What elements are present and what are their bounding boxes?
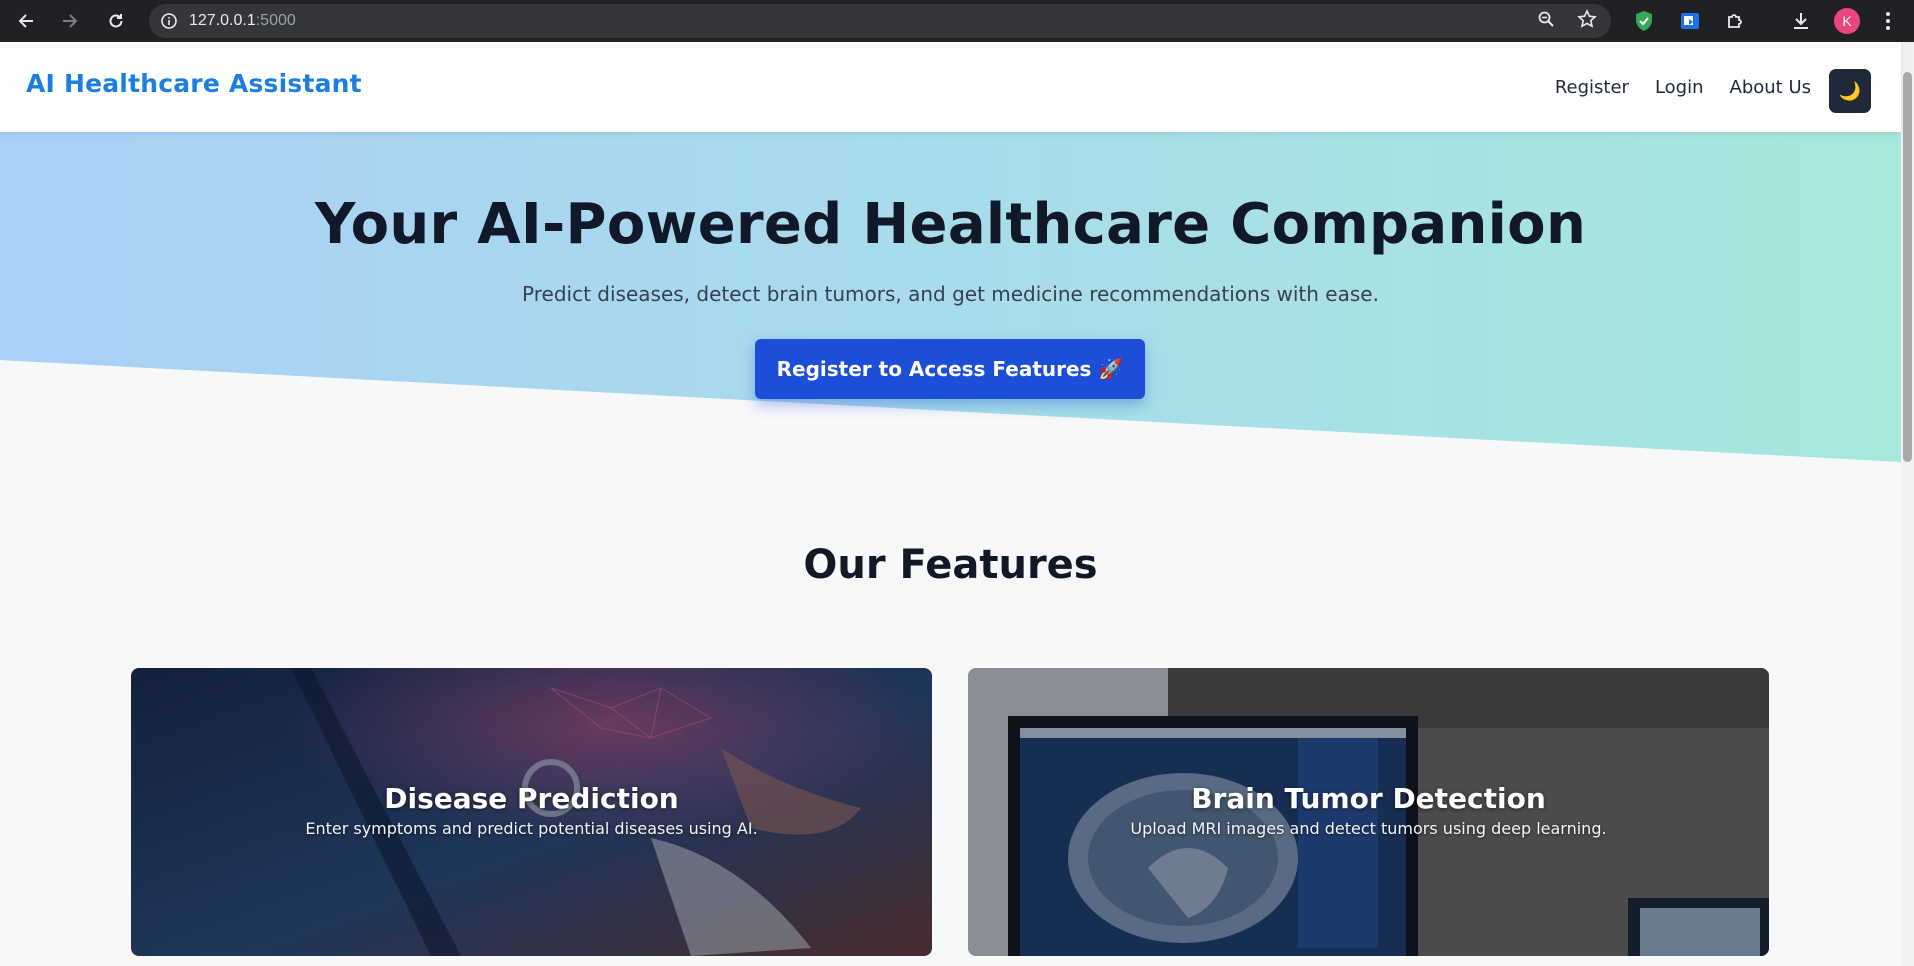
url-port: :5000 xyxy=(255,12,296,29)
feature-card-disease-prediction[interactable]: Disease Prediction Enter symptoms and pr… xyxy=(131,668,932,956)
url-host: 127.0.0.1 xyxy=(189,12,256,29)
page-scrollbar[interactable] xyxy=(1901,42,1914,966)
feature-card-brain-tumor-detection[interactable]: Brain Tumor Detection Upload MRI images … xyxy=(968,668,1769,956)
puzzle-extensions-icon[interactable] xyxy=(1717,0,1753,42)
profile-avatar[interactable]: K xyxy=(1829,0,1865,42)
bookmark-star-icon[interactable] xyxy=(1577,9,1597,33)
zoom-icon[interactable] xyxy=(1537,10,1555,32)
card-title: Brain Tumor Detection xyxy=(1191,782,1546,815)
nav-link-login[interactable]: Login xyxy=(1655,77,1704,98)
site-info-icon[interactable] xyxy=(149,4,189,38)
theme-toggle-button[interactable]: 🌙 xyxy=(1829,69,1871,113)
register-cta-button[interactable]: Register to Access Features 🚀 xyxy=(755,339,1145,399)
browser-toolbar: 127.0.0.1:5000 K xyxy=(0,0,1914,42)
hero-title: Your AI-Powered Healthcare Companion xyxy=(314,192,1587,257)
moon-icon: 🌙 xyxy=(1838,80,1862,102)
nav-link-about-us[interactable]: About Us xyxy=(1730,77,1812,98)
nav-links: Register Login About Us xyxy=(1555,42,1811,132)
avatar: K xyxy=(1834,8,1860,34)
hero-subtitle: Predict diseases, detect brain tumors, a… xyxy=(522,282,1379,306)
download-icon[interactable] xyxy=(1783,0,1819,42)
url-text: 127.0.0.1:5000 xyxy=(189,12,296,30)
scrollbar-thumb[interactable] xyxy=(1903,72,1912,462)
page-viewport: AI Healthcare Assistant Register Login A… xyxy=(0,42,1914,966)
features-heading: Our Features xyxy=(803,542,1098,588)
brand-logo[interactable]: AI Healthcare Assistant xyxy=(26,69,362,98)
screen-extension-icon[interactable] xyxy=(1672,0,1708,42)
forward-icon[interactable] xyxy=(48,0,92,42)
nav-link-register[interactable]: Register xyxy=(1555,77,1629,98)
kebab-menu-icon[interactable] xyxy=(1870,0,1906,42)
card-description: Enter symptoms and predict potential dis… xyxy=(305,819,758,838)
back-icon[interactable] xyxy=(4,0,48,42)
card-title: Disease Prediction xyxy=(384,782,679,815)
card-description: Upload MRI images and detect tumors usin… xyxy=(1130,819,1607,838)
site-navbar: AI Healthcare Assistant Register Login A… xyxy=(0,42,1901,132)
hero-section: Your AI-Powered Healthcare Companion Pre… xyxy=(0,132,1901,472)
reload-icon[interactable] xyxy=(94,0,138,42)
shield-extension-icon[interactable] xyxy=(1626,0,1662,42)
address-bar[interactable]: 127.0.0.1:5000 xyxy=(149,4,1611,38)
